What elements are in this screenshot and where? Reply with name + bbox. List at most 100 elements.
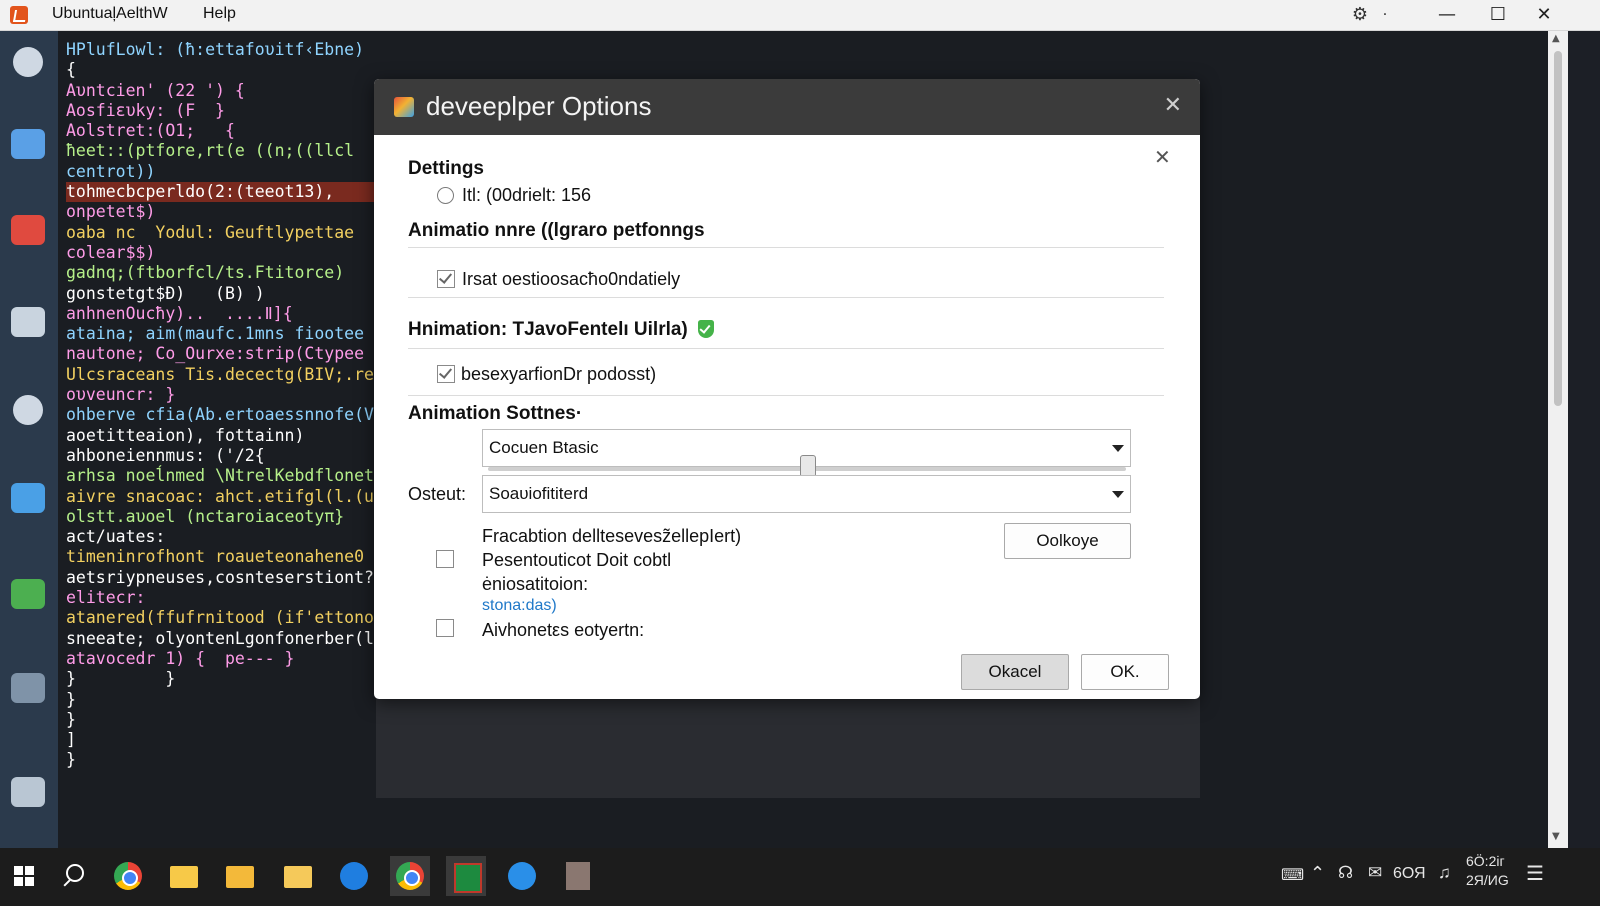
chrome-icon[interactable] (108, 856, 148, 896)
terminal-icon[interactable] (11, 673, 45, 703)
code-line[interactable]: ataina; aim(maufc.1mns fiootee (66, 324, 376, 344)
code-line[interactable]: Aosfiευky: (F } (66, 101, 376, 121)
code-line[interactable]: aoetitteaion), fottainn) (66, 426, 376, 446)
document-icon[interactable] (11, 215, 45, 245)
code-line[interactable]: } (66, 690, 376, 710)
dialog-app-icon (394, 97, 414, 117)
output-select[interactable]: Soaυiofititerd (482, 475, 1131, 513)
aivh-checkbox[interactable] (436, 619, 454, 637)
dot-icon: · (1382, 7, 1388, 23)
fraction-link[interactable]: stona:das) (482, 597, 557, 615)
code-line[interactable]: act/uates: (66, 527, 376, 547)
code-line[interactable]: aetsriypneuses,cosnteserstiont? (66, 568, 376, 588)
gamepad-icon[interactable] (13, 395, 43, 425)
minimize-button[interactable]: — (1424, 0, 1470, 30)
animation-style-value: Cocuen Btasic (489, 438, 599, 457)
hanimation-heading: Hnimation: TJavoFentelı Uilrla) (408, 319, 688, 340)
network-icon[interactable] (13, 47, 43, 77)
checklist-icon[interactable] (11, 777, 45, 807)
code-line[interactable]: colear$$) (66, 243, 376, 263)
code-line[interactable]: anhnenOucħy).. ....Ⅱ]{ (66, 304, 376, 324)
volume-icon[interactable]: ♫ (1438, 863, 1451, 883)
fraction-line-2: Pesentouticot Doit cobtl (482, 550, 672, 570)
scroll-up-icon[interactable]: ▲ (1552, 33, 1560, 44)
chevron-up-icon[interactable]: ⌃ (1310, 863, 1325, 884)
chrome-icon[interactable] (390, 856, 430, 896)
chat-icon[interactable] (11, 579, 45, 609)
search-icon[interactable] (56, 856, 96, 896)
maximize-button[interactable]: ☐ (1475, 0, 1521, 30)
code-lines[interactable]: HPlufLowl: (ħ:ettafoυitf‹Ebne){Aυntcien'… (66, 40, 376, 771)
dialog-close-icon[interactable]: ✕ (1164, 93, 1182, 118)
code-line[interactable]: aivre snacoac: ahct.etifgl(l.(u (66, 487, 376, 507)
code-line[interactable]: elitecr: (66, 588, 376, 608)
code-line[interactable]: timeninrofhont roaueteonahene0 (66, 547, 376, 567)
code-line[interactable]: ohberve cfia(Ab.ertoaessnnofe(VU (66, 405, 376, 425)
mail-icon[interactable]: ✉ (1368, 863, 1382, 883)
tray-language[interactable]: 6ОЯ (1393, 865, 1426, 883)
title-bar: UbuntuaļAelthW Help ⚙ · — ☐ ✕ (0, 0, 1600, 31)
windows-start-icon[interactable] (4, 856, 44, 896)
scroll-down-icon[interactable]: ▼ (1552, 831, 1560, 842)
fraction-checkbox[interactable] (436, 550, 454, 568)
network-icon[interactable]: ☊ (1338, 863, 1353, 883)
side-action-button[interactable]: Oolkoye (1004, 523, 1131, 559)
cube-icon[interactable] (11, 483, 45, 513)
code-line[interactable]: oυveuncr: } (66, 385, 376, 405)
code-line[interactable]: oaba nc Yodul: Geuftlypettae (66, 223, 376, 243)
scrollbar[interactable]: ▲ ▼ (1548, 31, 1568, 848)
edge-icon[interactable] (334, 856, 374, 896)
folder-icon[interactable] (164, 856, 204, 896)
code-line[interactable]: arhsa noeĺnmed \NtrelKebdflonet (66, 466, 376, 486)
clock-time[interactable]: 6Ö:2іг (1466, 853, 1505, 869)
code-line[interactable]: onpetet$) (66, 202, 376, 222)
code-line[interactable]: Ulcsraceans Tis.decectg(BIV;.re (66, 365, 376, 385)
code-line[interactable]: } (66, 750, 376, 770)
app-logo-icon (10, 6, 28, 24)
app-title[interactable]: UbuntuaļAelthW (52, 5, 168, 23)
window-icon[interactable] (11, 129, 45, 159)
dialog-title-bar: deveeplper Options ✕ (374, 79, 1200, 135)
clock-date[interactable]: 2Я/ИG (1466, 872, 1509, 888)
animation-checkbox[interactable] (437, 270, 455, 288)
code-line[interactable]: gadnq;(ftborfcl/ts.Ftitorce) (66, 263, 376, 283)
folder-icon[interactable] (278, 856, 318, 896)
notification-icon[interactable]: ☰ (1526, 861, 1544, 886)
code-line[interactable]: centrot)) (66, 162, 376, 182)
code-line[interactable]: ħeet::(ptfore,rt(e ((n;((llcl (66, 141, 376, 161)
folder-icon[interactable] (220, 856, 260, 896)
menu-help[interactable]: Help (203, 5, 236, 23)
panel-close-icon[interactable]: ✕ (1154, 145, 1171, 169)
folder-icon[interactable] (11, 307, 45, 337)
animation-heading: Animatio nnre ((lgraro petfonngs (408, 220, 705, 241)
code-line[interactable]: HPlufLowl: (ħ:ettafoυitf‹Ebne) (66, 40, 376, 60)
ok-button[interactable]: OK. (1081, 654, 1169, 690)
output-label: Osteut: (408, 484, 467, 504)
settings-radio[interactable] (437, 187, 454, 204)
scroll-thumb[interactable] (1554, 51, 1562, 406)
code-line[interactable]: { (66, 60, 376, 80)
code-line[interactable]: sneeate; olyontenLgonfonerber(l (66, 629, 376, 649)
code-line[interactable]: ] (66, 730, 376, 750)
chevron-down-icon[interactable] (1112, 491, 1124, 498)
code-line[interactable]: } } (66, 669, 376, 689)
chevron-down-icon[interactable] (1112, 445, 1124, 452)
edge-icon[interactable] (502, 856, 542, 896)
excel-icon[interactable] (446, 856, 486, 896)
file-icon[interactable] (558, 856, 598, 896)
code-line[interactable]: atavocedr 1) { pe--- } (66, 649, 376, 669)
code-line[interactable]: Aolstret:(O1; { (66, 121, 376, 141)
code-line[interactable]: } (66, 710, 376, 730)
code-line[interactable]: olstt.aυoel (nctaroiaceotyπ} (66, 507, 376, 527)
keyboard-icon[interactable]: ⌨ (1281, 865, 1304, 885)
animation-settings-heading: Animation Sottnes· (408, 403, 583, 424)
hanimation-checkbox[interactable] (437, 365, 455, 383)
code-line[interactable]: ahboneiennmus: ('/2{ (66, 446, 376, 466)
code-line[interactable]: gonstetgt$Ð) (B) ) (66, 284, 376, 304)
code-line[interactable]: atanered(ffufrnitood (if'ettonot (66, 608, 376, 628)
code-line[interactable]: Aυntcien' (22 ') { (66, 81, 376, 101)
code-line[interactable]: tohmecbcperldo(2:(teeot13), (66, 182, 376, 203)
code-line[interactable]: nautone; Co_Ourxe:strip(Ctypee (66, 344, 376, 364)
okcancel-button[interactable]: Okacel (961, 654, 1069, 690)
close-button[interactable]: ✕ (1521, 0, 1567, 30)
